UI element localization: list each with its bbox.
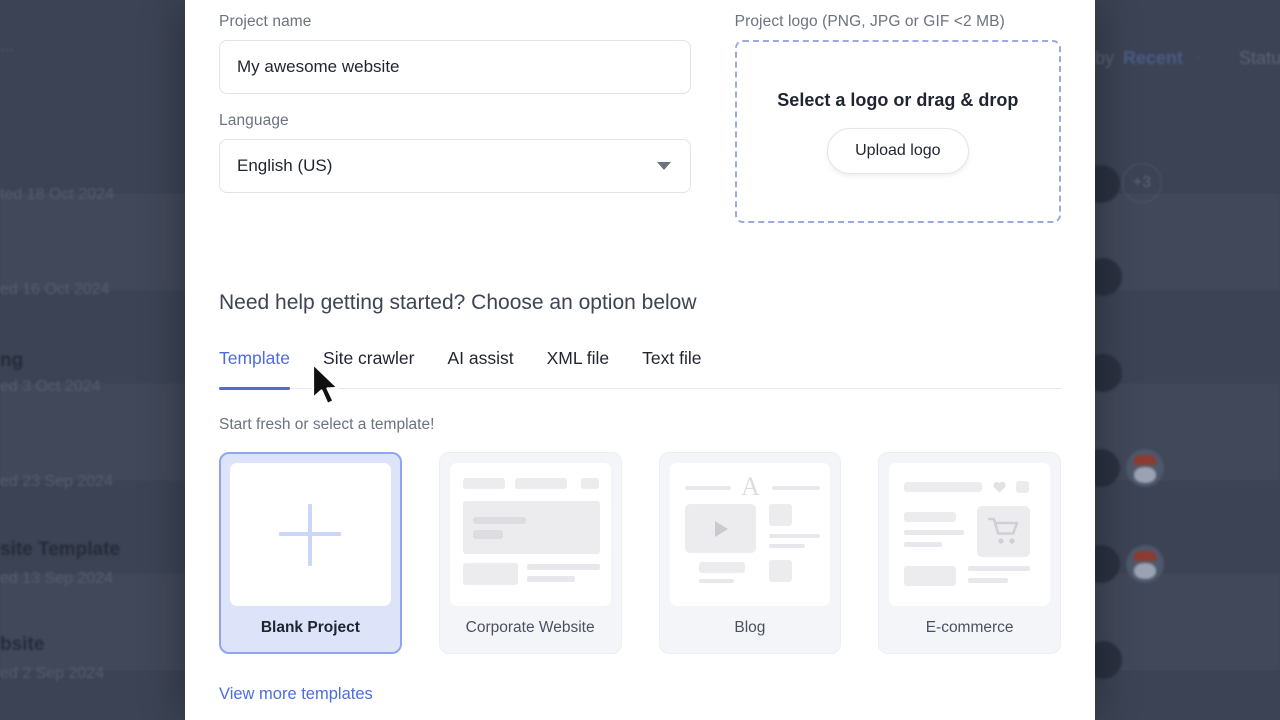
project-name-input[interactable] (219, 40, 691, 94)
background-row-text: ted 18 Oct 2024 (0, 186, 114, 203)
avatar (1126, 545, 1164, 583)
project-name-label: Project name (219, 13, 312, 30)
template-thumbnail-ecommerce (889, 463, 1050, 606)
chevron-down-icon[interactable] (1192, 55, 1205, 62)
background-row-title: bsite (0, 634, 45, 655)
status-column-header: Statu (1239, 48, 1280, 68)
background-row-text: ed 3 Oct 2024 (0, 378, 101, 395)
background-row-title: site Template (0, 539, 121, 560)
plus-icon (279, 503, 342, 566)
source-tabs: Template Site crawler AI assist XML file… (219, 348, 1061, 390)
view-more-templates-link[interactable]: View more templates (219, 685, 373, 704)
template-card-label: Blank Project (260, 619, 360, 636)
project-details-column: Project name Language (219, 13, 691, 223)
background-row-text: ... (0, 38, 14, 55)
template-card-blank-project[interactable]: Blank Project (219, 452, 402, 654)
avatar-overflow-badge: +3 (1122, 163, 1162, 203)
template-card-list: Blank Project Corporate Website A Blog E… (219, 452, 1061, 654)
logo-dropzone[interactable]: Select a logo or drag & drop Upload logo (734, 40, 1061, 223)
template-thumbnail-corporate (449, 463, 611, 606)
template-card-label: Blog (734, 619, 766, 636)
logo-dropzone-title: Select a logo or drag & drop (777, 89, 1019, 110)
sort-prefix-label: by (1095, 48, 1115, 68)
wireframe-corporate (462, 474, 600, 595)
shopping-cart-icon (988, 517, 1019, 544)
background-sort-toolbar: by Recent Statu (1095, 48, 1280, 69)
template-card-blog[interactable]: A Blog (658, 452, 842, 654)
sort-value[interactable]: Recent (1123, 48, 1183, 69)
background-row-text: ed 16 Oct 2024 (0, 281, 110, 298)
new-project-modal: Project name Language Project logo (PNG,… (185, 0, 1095, 720)
background-row-text: ed 23 Sep 2024 (0, 473, 113, 490)
background-row-text: ed 13 Sep 2024 (0, 570, 113, 587)
template-thumbnail-blank (230, 463, 391, 606)
tab-site-crawler[interactable]: Site crawler (323, 348, 414, 388)
play-icon (714, 521, 728, 537)
background-row-text: ed 2 Sep 2024 (0, 665, 105, 682)
templates-hint: Start fresh or select a template! (219, 416, 435, 433)
template-card-ecommerce[interactable]: E-commerce (878, 452, 1061, 654)
background-row-title: ng (0, 350, 24, 371)
heart-icon (993, 481, 1006, 493)
upload-logo-button[interactable]: Upload logo (827, 127, 969, 174)
template-thumbnail-blog: A (669, 463, 831, 606)
tab-ai-assist[interactable]: AI assist (447, 348, 513, 388)
wireframe-ecommerce (902, 474, 1037, 595)
tab-template[interactable]: Template (219, 348, 291, 390)
template-card-label: Corporate Website (465, 619, 595, 636)
language-label: Language (219, 112, 289, 129)
avatar (1126, 449, 1164, 487)
project-logo-label: Project logo (PNG, JPG or GIF <2 MB) (734, 13, 1005, 30)
tab-xml-file[interactable]: XML file (547, 348, 610, 388)
project-logo-column: Project logo (PNG, JPG or GIF <2 MB) Sel… (734, 13, 1061, 223)
letter-a-icon: A (741, 472, 760, 501)
tab-text-file[interactable]: Text file (642, 348, 701, 388)
template-card-corporate-website[interactable]: Corporate Website (438, 452, 622, 654)
template-card-label: E-commerce (925, 619, 1014, 636)
language-select[interactable] (219, 139, 691, 193)
wireframe-blog: A (683, 472, 820, 595)
section-title: Need help getting started? Choose an opt… (219, 291, 697, 314)
